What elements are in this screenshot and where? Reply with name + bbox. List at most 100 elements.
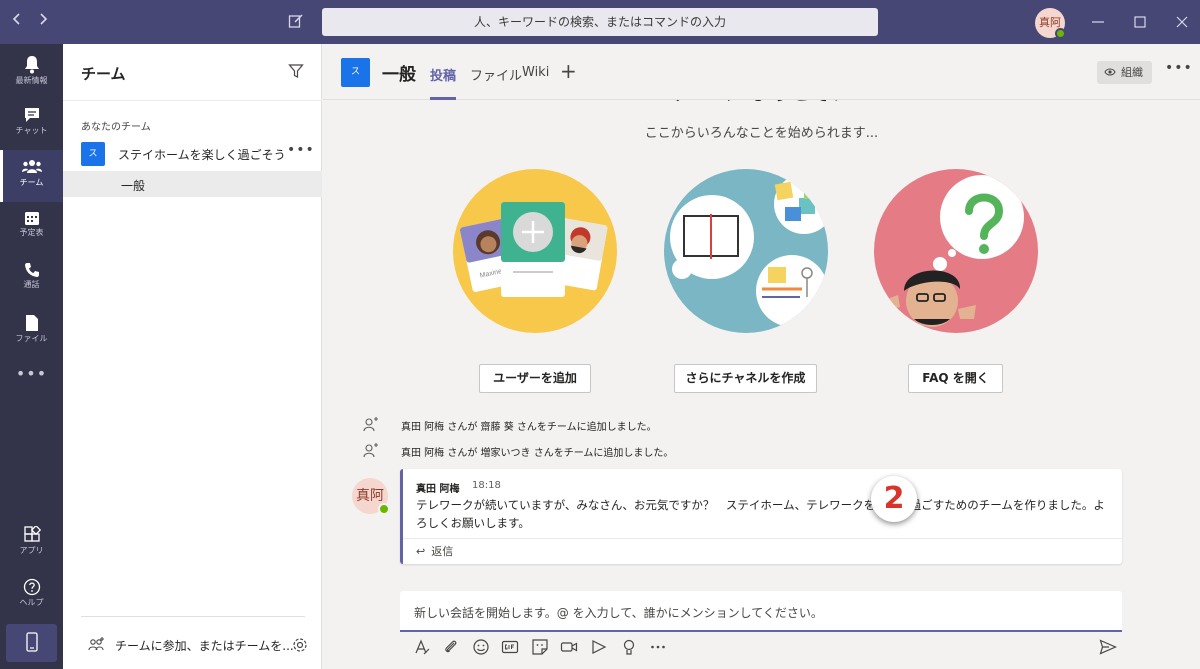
divider (63, 100, 322, 101)
new-conversation-box[interactable]: 新しい会話を開始します。@ を入力して、誰かにメンションしてください。 (400, 591, 1122, 632)
system-message-text: 真田 阿梅 さんが 増家いつき さんをチームに追加しました。 (401, 448, 674, 459)
reply-label: 返信 (431, 545, 454, 558)
chat-icon (24, 108, 39, 122)
open-faq-button[interactable]: FAQ を開く (908, 364, 1003, 393)
avatar-initials: 真阿 (1039, 16, 1061, 29)
teams-panel: チーム あなたのチーム ス ステイホームを楽しく過ごそう ••• 一般 チームに… (63, 44, 322, 669)
divider (403, 538, 1122, 539)
teams-icon (21, 160, 42, 173)
org-chart-button[interactable]: 組織 (1097, 61, 1152, 84)
app-item-apps[interactable]: アプリ (0, 518, 63, 570)
system-message-text: 真田 阿梅 さんが 齋藤 葵 さんをチームに追加しました。 (401, 422, 657, 433)
welcome-subtitle: ここからいろんなことを始められます... (644, 126, 879, 141)
section-heading: あなたのチーム (81, 122, 151, 133)
title-bar: 人、キーワードの検索、またはコマンドの入力 真阿 (0, 0, 1200, 44)
question-person-icon (882, 175, 1024, 327)
faq-illustration (874, 169, 1038, 333)
mobile-app-button[interactable] (6, 624, 57, 662)
team-avatar: ス (81, 142, 105, 166)
mobile-device-icon (25, 632, 38, 652)
team-more-options-button[interactable]: ••• (287, 142, 315, 158)
forward-arrow-icon[interactable] (38, 12, 48, 26)
stream-icon[interactable] (590, 638, 608, 656)
channel-name: 一般 (121, 179, 146, 193)
maximize-icon[interactable] (1130, 12, 1150, 32)
message-timestamp: 18:18 (472, 480, 501, 491)
send-icon[interactable] (1099, 638, 1117, 656)
compose-placeholder: 新しい会話を開始します。@ を入力して、誰かにメンションしてください。 (414, 606, 823, 620)
app-item-calls[interactable]: 通話 (0, 254, 63, 306)
divider (81, 616, 305, 617)
presence-available-icon (1055, 28, 1066, 39)
system-message: 真田 阿梅 さんが 齋藤 葵 さんをチームに追加しました。 (363, 416, 1163, 434)
attach-icon[interactable] (442, 638, 460, 656)
panel-title: チーム (81, 65, 126, 83)
app-item-label: アプリ (19, 546, 44, 555)
eye-icon (1104, 68, 1116, 76)
step-number-badge: 2 (871, 476, 917, 522)
join-team-icon[interactable] (88, 636, 106, 654)
app-item-calendar[interactable]: 予定表 (0, 202, 63, 254)
tab-files[interactable]: ファイル (470, 65, 522, 84)
help-icon (23, 578, 40, 596)
message-author-avatar[interactable]: 真阿 (352, 478, 390, 515)
team-item[interactable]: ス ステイホームを楽しく過ごそう ••• (63, 142, 322, 170)
org-button-label: 組織 (1121, 66, 1143, 79)
message-body: テレワークが続いていますが、みなさん、お元気ですか？ ステイホーム、テレワークを… (416, 498, 1105, 530)
phone-icon (24, 263, 39, 277)
create-channel-illustration (664, 169, 828, 333)
meet-now-icon[interactable] (560, 638, 578, 656)
apps-icon (23, 526, 41, 542)
message-author: 真田 阿梅 (416, 484, 460, 495)
app-item-label: チャット (15, 126, 48, 135)
app-item-teams[interactable]: チーム (0, 150, 63, 202)
file-icon (25, 315, 38, 331)
emoji-icon[interactable] (472, 638, 490, 656)
calendar-icon (24, 212, 39, 225)
avatar-initials: 真阿 (356, 488, 384, 504)
app-item-activity[interactable]: 最新情報 (0, 46, 63, 98)
gear-icon[interactable] (291, 636, 309, 654)
tab-posts[interactable]: 投稿 (430, 65, 456, 84)
minimize-icon[interactable] (1088, 12, 1108, 32)
app-item-files[interactable]: ファイル (0, 306, 63, 358)
add-users-illustration: Maxine y (453, 169, 617, 333)
add-users-button[interactable]: ユーザーを追加 (479, 364, 591, 393)
back-arrow-icon[interactable] (12, 12, 22, 26)
app-item-label: 通話 (23, 280, 40, 289)
reply-arrow-icon: ↩ (416, 545, 426, 558)
add-person-icon (363, 417, 378, 432)
header-more-options-button[interactable]: ••• (1165, 60, 1193, 76)
user-avatar[interactable]: 真阿 (1035, 8, 1066, 39)
more-options-icon[interactable] (649, 638, 667, 656)
app-item-help[interactable]: ヘルプ (0, 570, 63, 622)
active-tab-indicator (430, 97, 456, 100)
app-item-chat[interactable]: チャット (0, 98, 63, 150)
app-item-label: ヘルプ (19, 598, 44, 607)
presence-available-icon (378, 503, 390, 515)
message-card[interactable]: 真田 阿梅 18:18 テレワークが続いていますが、みなさん、お元気ですか？ ス… (400, 469, 1122, 564)
tab-wiki[interactable]: Wiki (522, 65, 549, 80)
channel-avatar: ス (341, 58, 370, 87)
team-name: ステイホームを楽しく過ごそう (118, 148, 286, 162)
format-icon[interactable] (413, 638, 431, 656)
more-apps-button[interactable]: ••• (0, 364, 63, 383)
channel-item-general[interactable]: 一般 (63, 171, 322, 197)
channel-main: チームへようこそ！ ス 一般 投稿 ファイル Wiki + 組織 ••• ここか… (323, 44, 1200, 669)
notebook-notes-icon (670, 174, 828, 327)
gif-icon[interactable] (501, 638, 519, 656)
search-input[interactable]: 人、キーワードの検索、またはコマンドの入力 (322, 8, 878, 36)
channel-header: ス 一般 投稿 ファイル Wiki + 組織 ••• (323, 44, 1200, 100)
compose-icon[interactable] (288, 13, 304, 29)
add-tab-button[interactable]: + (560, 59, 577, 83)
close-icon[interactable] (1172, 12, 1192, 32)
app-item-label: 予定表 (19, 228, 44, 237)
sticker-icon[interactable] (531, 638, 549, 656)
system-message: 真田 阿梅 さんが 増家いつき さんをチームに追加しました。 (363, 442, 1163, 460)
praise-icon[interactable] (620, 638, 638, 656)
reply-button[interactable]: ↩ 返信 (416, 543, 453, 559)
join-or-create-team-link[interactable]: チームに参加、またはチームを... (115, 637, 294, 654)
channel-title: 一般 (382, 65, 416, 85)
filter-icon[interactable] (288, 63, 304, 79)
create-more-channels-button[interactable]: さらにチャネルを作成 (674, 364, 817, 393)
